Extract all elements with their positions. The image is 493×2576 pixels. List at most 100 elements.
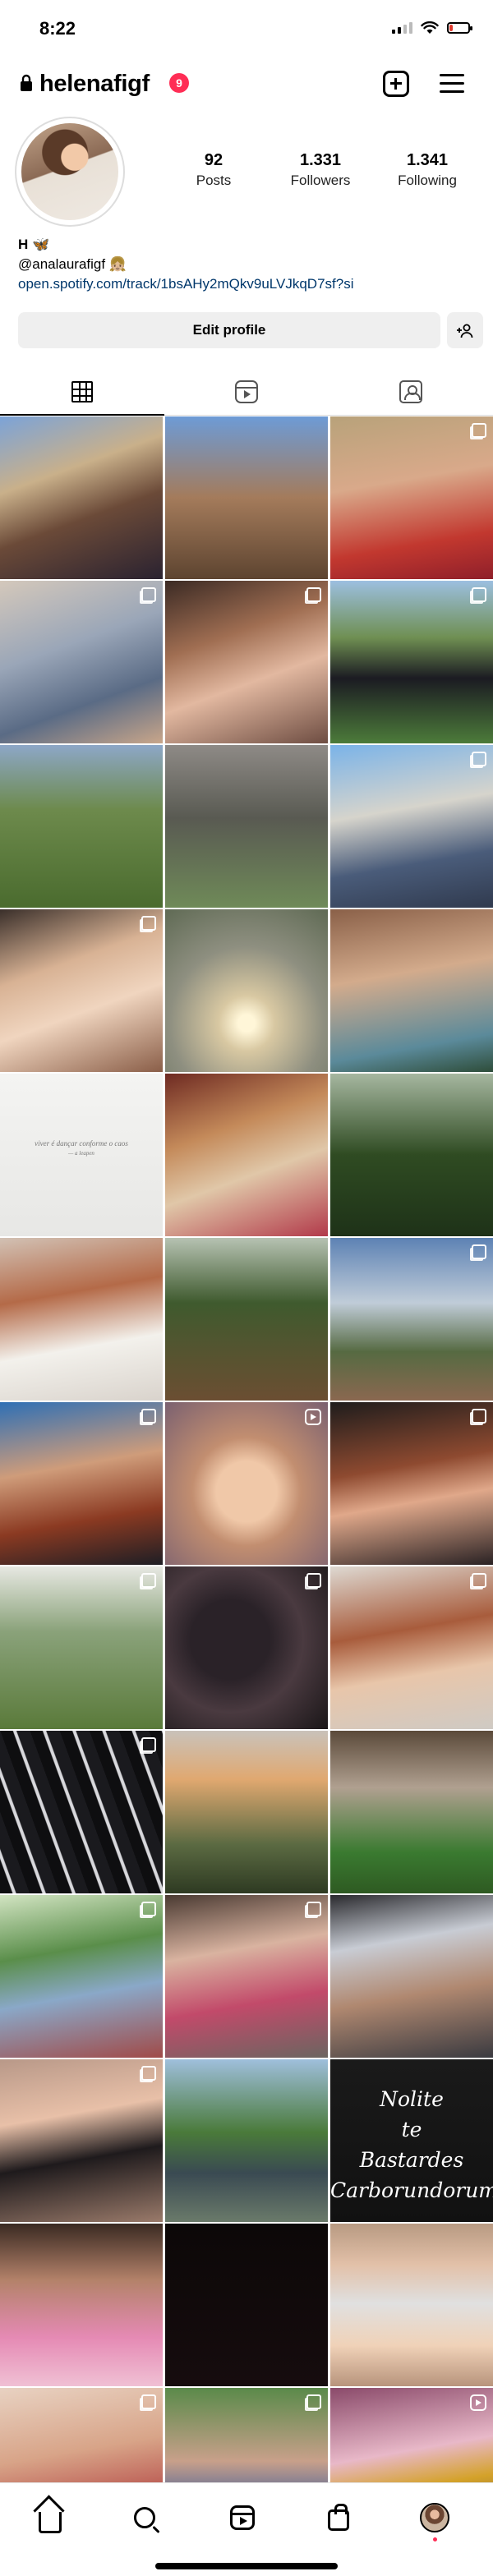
post-thumbnail[interactable]: Nolite te Bastardes Carborundorum [330, 2059, 493, 2222]
carousel-icon [306, 1573, 321, 1588]
post-thumbnail[interactable] [330, 1731, 493, 1893]
carousel-icon [141, 916, 156, 931]
following-count: 1.341 [406, 151, 449, 169]
post-thumbnail[interactable] [330, 745, 493, 908]
post-thumbnail[interactable] [330, 909, 493, 1072]
post-thumbnail[interactable] [330, 1074, 493, 1236]
carousel-icon [472, 1244, 486, 1259]
reels-icon [235, 380, 258, 403]
post-thumbnail[interactable] [0, 416, 163, 579]
post-thumbnail[interactable] [165, 1566, 328, 1729]
bottom-navigation [0, 2482, 493, 2576]
notification-badge[interactable]: 9 [169, 73, 189, 93]
status-icons [392, 21, 472, 34]
post-caption-attribution: — a leapen [68, 1150, 94, 1157]
reel-icon [470, 2394, 486, 2411]
wifi-icon [421, 21, 439, 34]
post-thumbnail[interactable] [0, 909, 163, 1072]
carousel-icon [141, 1409, 156, 1424]
carousel-icon [306, 587, 321, 602]
create-post-button[interactable] [383, 71, 409, 97]
search-icon [134, 2507, 155, 2528]
profile-tabs [0, 368, 493, 416]
post-thumbnail[interactable] [0, 1895, 163, 2058]
carousel-icon [141, 1573, 156, 1588]
post-thumbnail[interactable] [0, 745, 163, 908]
post-thumbnail[interactable] [165, 1074, 328, 1236]
post-thumbnail[interactable] [165, 745, 328, 908]
post-thumbnail[interactable] [165, 581, 328, 743]
posts-count: 92 [204, 151, 223, 169]
reel-icon [305, 1409, 321, 1425]
nav-shop[interactable] [322, 2501, 355, 2534]
post-thumbnail[interactable] [165, 2224, 328, 2386]
posts-grid: viver é dançar conforme o caos — a leapen… [0, 416, 493, 2551]
tab-grid[interactable] [0, 368, 164, 416]
bio-mention[interactable]: @analaurafigf 👧🏼 [18, 255, 478, 274]
status-bar: 8:22 [0, 0, 493, 51]
profile-avatar[interactable] [15, 117, 125, 227]
followers-stat[interactable]: 1.331 Followers [271, 151, 370, 189]
bio-link[interactable]: open.spotify.com/track/1bsAHy2mQkv9uLVJk… [18, 274, 478, 294]
battery-icon [447, 22, 472, 34]
status-time: 8:22 [39, 18, 76, 39]
following-stat[interactable]: 1.341 Following [378, 151, 477, 189]
lock-icon [21, 74, 32, 91]
profile-header: helenafigf 9 [0, 64, 493, 107]
carousel-icon [472, 587, 486, 602]
nav-search[interactable] [128, 2501, 161, 2534]
post-thumbnail[interactable] [165, 909, 328, 1072]
carousel-icon [472, 752, 486, 766]
tagged-icon [399, 380, 422, 403]
username-switcher[interactable]: helenafigf [39, 71, 150, 98]
nav-reels[interactable] [226, 2501, 259, 2534]
post-thumbnail[interactable] [0, 2224, 163, 2386]
post-thumbnail[interactable] [330, 1895, 493, 2058]
post-thumbnail[interactable] [0, 2059, 163, 2222]
battery-level [449, 25, 454, 31]
post-thumbnail[interactable] [165, 1402, 328, 1565]
post-thumbnail[interactable] [330, 1238, 493, 1401]
carousel-icon [141, 1737, 156, 1752]
tab-tagged[interactable] [329, 368, 493, 415]
edit-profile-button[interactable]: Edit profile [18, 312, 440, 348]
post-thumbnail[interactable] [330, 416, 493, 579]
post-thumbnail[interactable] [165, 416, 328, 579]
text-art-line: Nolite [380, 2087, 444, 2111]
text-art-line: Carborundorum [330, 2178, 493, 2202]
post-thumbnail[interactable] [165, 1238, 328, 1401]
posts-stat[interactable]: 92 Posts [164, 151, 263, 189]
menu-button[interactable] [440, 74, 464, 94]
discover-people-button[interactable] [447, 312, 483, 348]
post-thumbnail[interactable] [0, 1402, 163, 1565]
post-thumbnail[interactable] [0, 1566, 163, 1729]
carousel-icon [472, 1573, 486, 1588]
post-thumbnail[interactable] [330, 2224, 493, 2386]
carousel-icon [141, 587, 156, 602]
post-thumbnail[interactable] [0, 581, 163, 743]
post-thumbnail[interactable] [165, 1731, 328, 1893]
bio-name: H 🦋 [18, 237, 50, 252]
grid-icon [71, 380, 93, 402]
home-indicator[interactable] [155, 2563, 338, 2569]
post-thumbnail[interactable] [330, 1402, 493, 1565]
post-thumbnail[interactable] [330, 1566, 493, 1729]
followers-label: Followers [290, 172, 351, 188]
avatar-image [21, 123, 118, 220]
tab-reels[interactable] [164, 368, 329, 415]
post-thumbnail[interactable] [0, 1238, 163, 1401]
carousel-icon [472, 423, 486, 438]
post-caption-text: viver é dançar conforme o caos — a leapen [0, 1139, 163, 1157]
text-art-line: te [401, 2118, 422, 2141]
carousel-icon [306, 2394, 321, 2409]
post-thumbnail[interactable] [0, 1731, 163, 1893]
nav-home[interactable] [34, 2501, 67, 2534]
post-thumbnail[interactable] [330, 581, 493, 743]
post-thumbnail[interactable] [165, 2059, 328, 2222]
post-thumbnail[interactable]: viver é dançar conforme o caos — a leapen [0, 1074, 163, 1236]
signal-icon [392, 22, 412, 34]
nav-profile[interactable] [418, 2501, 451, 2534]
carousel-icon [141, 2394, 156, 2409]
posts-label: Posts [196, 172, 232, 188]
post-thumbnail[interactable] [165, 1895, 328, 2058]
